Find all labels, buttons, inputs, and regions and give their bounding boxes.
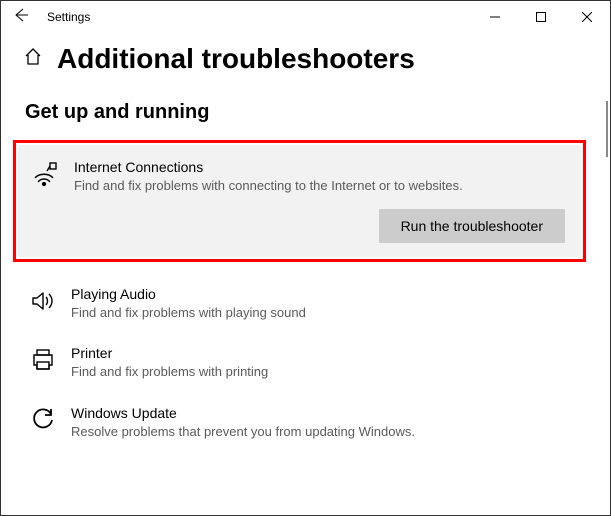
minimize-button[interactable] (472, 1, 518, 33)
scrollbar[interactable] (606, 101, 608, 157)
printer-item[interactable]: Printer Find and fix problems with print… (25, 337, 586, 389)
playing-audio-item[interactable]: Playing Audio Find and fix problems with… (25, 278, 586, 330)
back-button[interactable] (9, 5, 33, 30)
internet-title: Internet Connections (74, 159, 565, 175)
highlight-annotation: Internet Connections Find and fix proble… (13, 140, 586, 262)
internet-connections-card[interactable]: Internet Connections Find and fix proble… (18, 145, 581, 257)
page-title: Additional troubleshooters (57, 43, 415, 75)
windows-update-item[interactable]: Windows Update Resolve problems that pre… (25, 397, 586, 449)
page-header: Additional troubleshooters (1, 33, 610, 83)
window-title: Settings (47, 10, 90, 24)
internet-icon (32, 159, 60, 195)
audio-desc: Find and fix problems with playing sound (71, 304, 582, 322)
home-icon[interactable] (23, 47, 43, 72)
close-button[interactable] (564, 1, 610, 33)
update-icon (29, 405, 57, 441)
audio-title: Playing Audio (71, 286, 582, 302)
update-desc: Resolve problems that prevent you from u… (71, 423, 582, 441)
printer-icon (29, 345, 57, 381)
update-title: Windows Update (71, 405, 582, 421)
titlebar: Settings (1, 1, 610, 33)
content-area: Get up and running Internet Connections … (1, 83, 610, 503)
printer-title: Printer (71, 345, 582, 361)
run-troubleshooter-button[interactable]: Run the troubleshooter (379, 209, 565, 243)
printer-desc: Find and fix problems with printing (71, 363, 582, 381)
maximize-button[interactable] (518, 1, 564, 33)
internet-desc: Find and fix problems with connecting to… (74, 177, 565, 195)
window-controls (472, 1, 610, 33)
titlebar-left: Settings (9, 5, 472, 30)
audio-icon (29, 286, 57, 322)
section-heading: Get up and running (25, 101, 586, 124)
